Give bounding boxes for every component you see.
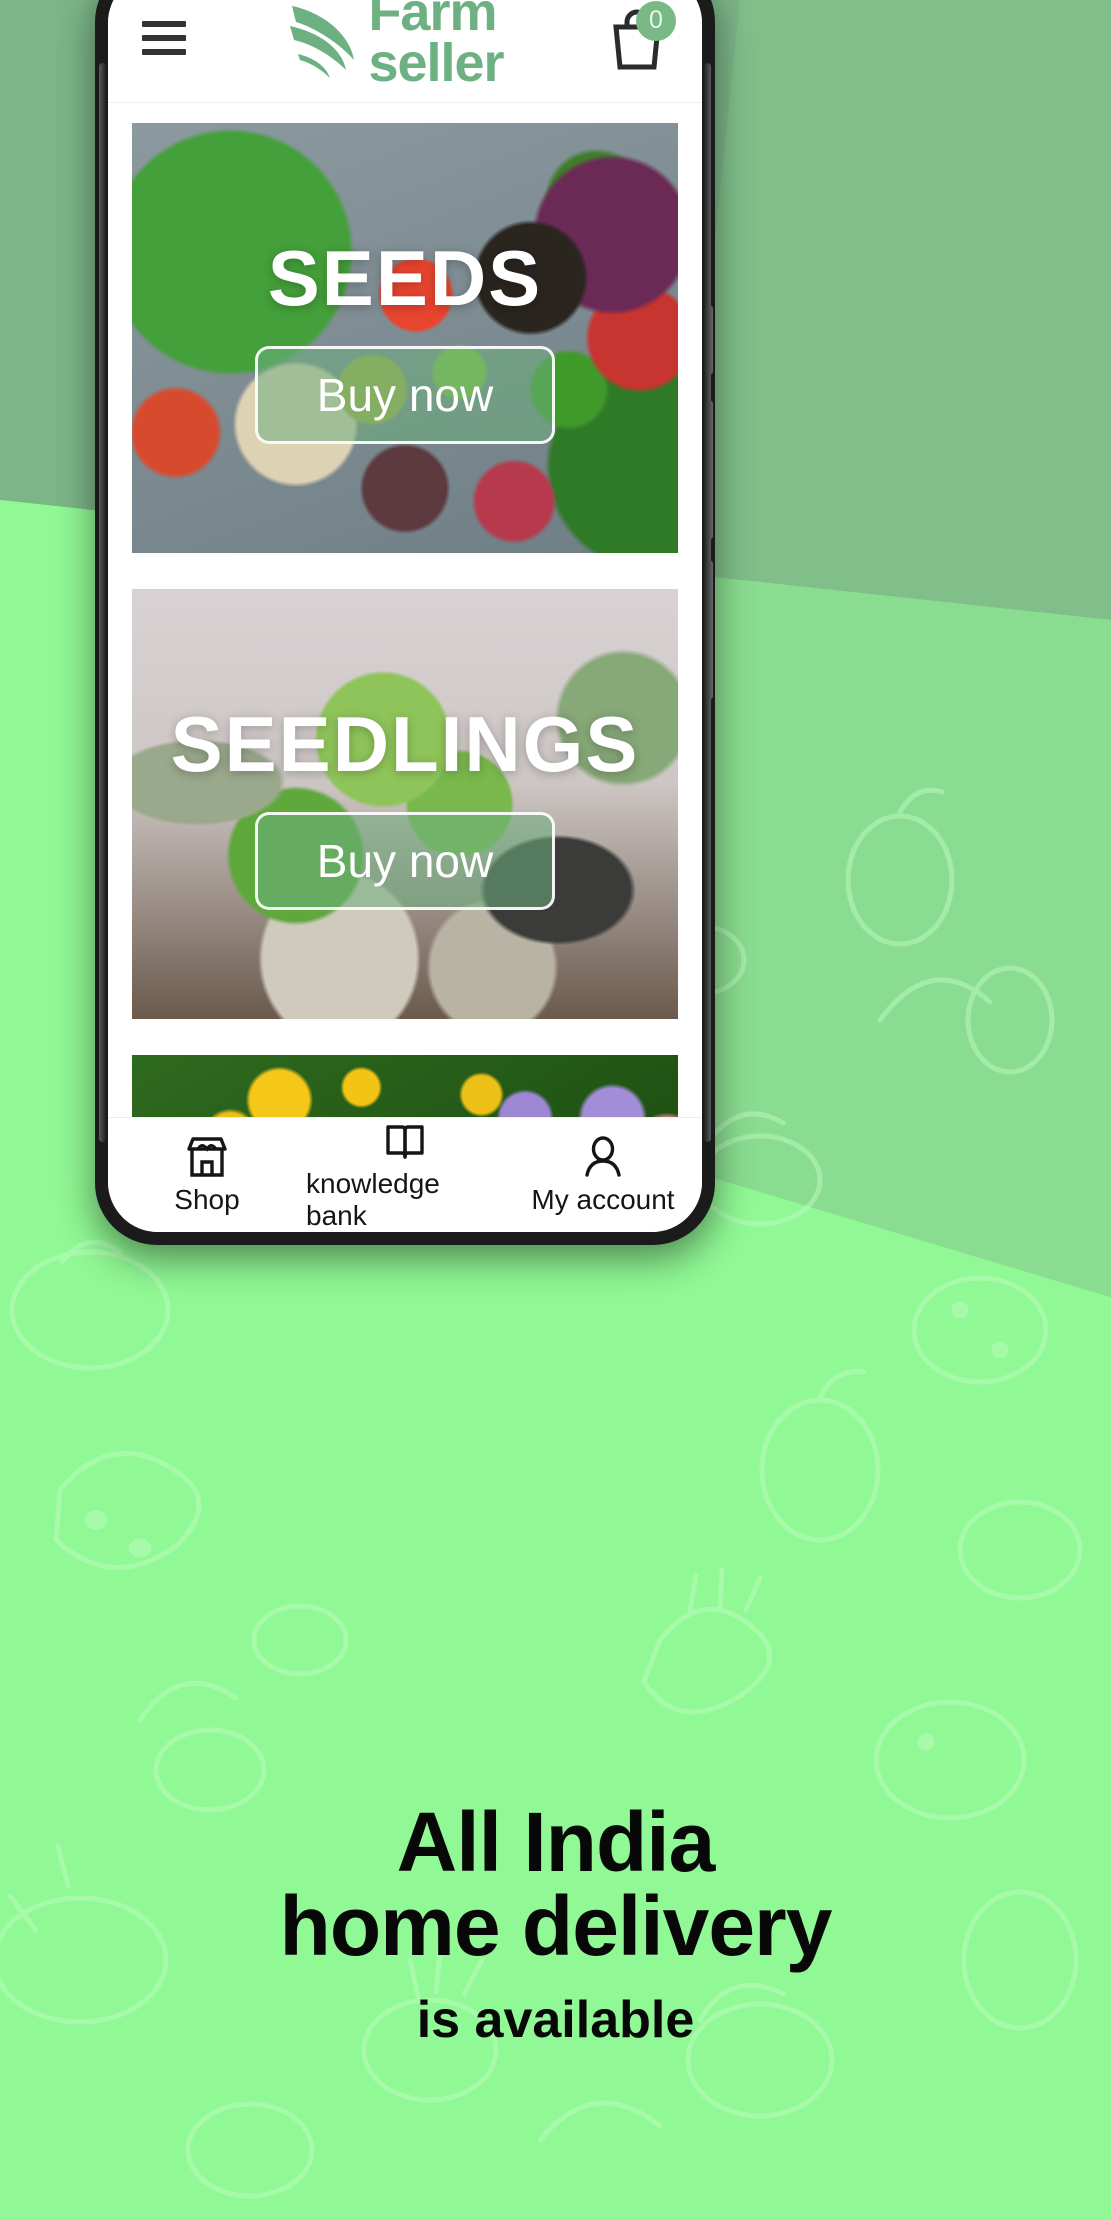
phone-volume-up-button[interactable] [705, 400, 713, 540]
flowers-banner-image [132, 1055, 678, 1117]
open-book-icon [386, 1124, 424, 1159]
brand-name: Farm seller [368, 0, 504, 93]
nav-label: My account [531, 1183, 675, 1215]
storefront-icon [187, 1136, 227, 1177]
nav-label: knowledge bank [306, 1167, 440, 1231]
buy-now-button[interactable]: Buy now [255, 811, 555, 910]
nav-item-knowledge-bank[interactable]: knowledge bank [306, 1119, 504, 1232]
banner-seeds[interactable]: SEEDS Buy now [132, 123, 678, 553]
buy-now-button[interactable]: Buy now [255, 345, 555, 444]
nav-item-shop[interactable]: Shop [108, 1135, 306, 1216]
seeds-banner-image [132, 123, 678, 553]
phone-screen: Farm seller 0 SEEDS Buy now SEEDLINGS Bu… [108, 0, 702, 1232]
app-header: Farm seller 0 [108, 0, 702, 103]
seedlings-banner-image [132, 589, 678, 1019]
banner-title: SEEDS [267, 233, 543, 322]
brand-logo[interactable]: Farm seller [186, 0, 606, 93]
nav-label: Shop [174, 1183, 240, 1215]
phone-volume-down-button[interactable] [705, 560, 713, 700]
app-content-scroll[interactable]: SEEDS Buy now SEEDLINGS Buy now [108, 103, 702, 1117]
cart-count-badge: 0 [636, 0, 676, 41]
bottom-navigation: Shop knowledge bank My account [108, 1117, 702, 1232]
phone-mockup: Farm seller 0 SEEDS Buy now SEEDLINGS Bu… [95, 0, 715, 1245]
banner-seedlings[interactable]: SEEDLINGS Buy now [132, 589, 678, 1019]
tagline-block: All India home delivery is available [0, 1800, 1111, 2050]
brand-line-2: seller [368, 32, 504, 93]
tagline-line-2: home delivery [279, 1879, 833, 1973]
tagline-line-1: All India [396, 1795, 716, 1889]
banner-flowers[interactable] [132, 1055, 678, 1117]
person-icon [585, 1135, 621, 1177]
phone-power-button[interactable] [705, 305, 713, 375]
hamburger-menu-icon[interactable] [142, 13, 186, 63]
leaf-wing-icon [290, 5, 355, 78]
banner-title: SEEDLINGS [170, 699, 640, 788]
tagline-line-3: is available [416, 1991, 695, 2049]
nav-item-my-account[interactable]: My account [504, 1135, 702, 1216]
cart-button[interactable]: 0 [606, 0, 676, 73]
